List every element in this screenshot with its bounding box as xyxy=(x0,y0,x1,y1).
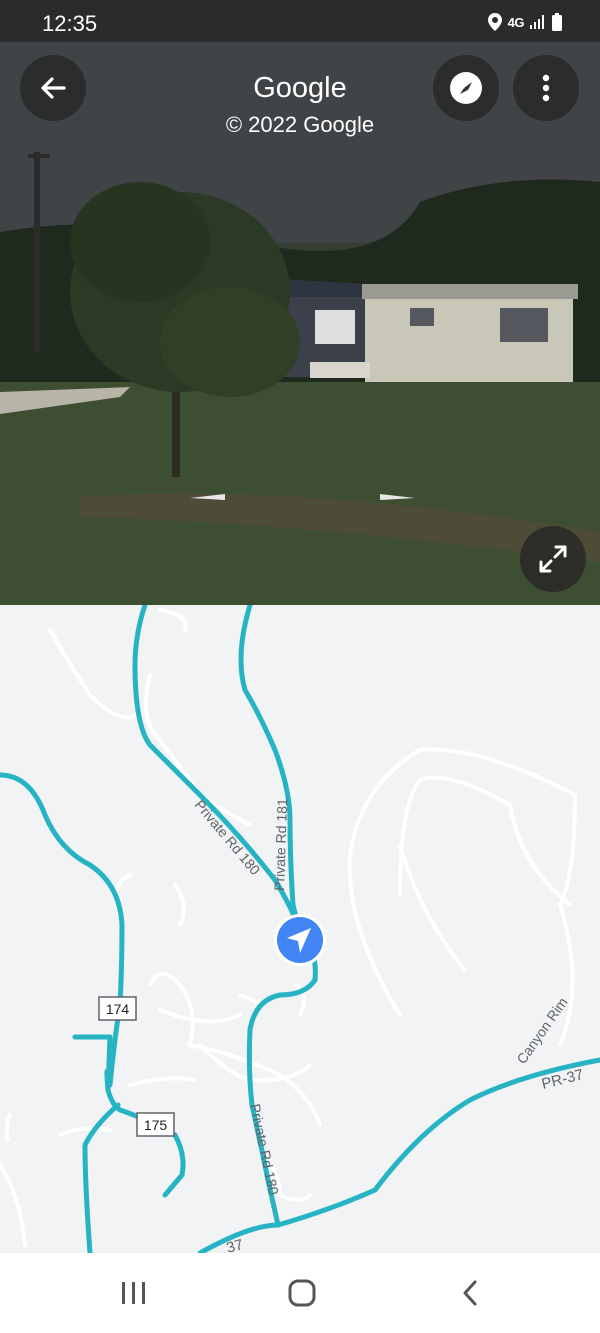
home-icon xyxy=(288,1279,316,1307)
status-icons: 4G xyxy=(487,13,562,31)
location-pin-icon xyxy=(487,13,502,31)
back-icon xyxy=(463,1280,477,1306)
compass-button[interactable] xyxy=(433,55,499,121)
street-view-title: Google xyxy=(253,72,347,104)
status-time: 12:35 xyxy=(42,11,98,36)
shield-174-text: 174 xyxy=(106,1001,130,1017)
expand-button[interactable] xyxy=(520,526,586,592)
more-vertical-icon xyxy=(542,74,550,102)
map-canvas: Private Rd 181 Private Rd 180 Private Rd… xyxy=(0,605,600,1253)
network-type: 4G xyxy=(507,14,525,30)
label-private-rd-180-upper: Private Rd 180 xyxy=(192,797,264,878)
street-view-panorama[interactable]: Google © 2022 Google xyxy=(0,42,600,605)
more-options-button[interactable] xyxy=(513,55,579,121)
status-bar: 12:35 4G xyxy=(0,0,600,42)
signal-icon xyxy=(530,15,544,29)
label-pr-37-left: 37 xyxy=(225,1236,246,1253)
shield-175-text: 175 xyxy=(144,1117,168,1133)
label-private-rd-180-lower: Private Rd 180 xyxy=(247,1102,282,1196)
android-nav-bar xyxy=(0,1253,600,1333)
home-button[interactable] xyxy=(272,1273,332,1313)
location-marker[interactable] xyxy=(274,914,326,966)
recent-apps-icon xyxy=(122,1282,145,1304)
shield-174: 174 xyxy=(98,996,137,1021)
recent-apps-button[interactable] xyxy=(104,1273,164,1313)
compass-icon xyxy=(450,72,482,104)
shield-175: 175 xyxy=(136,1112,175,1137)
street-view-copyright: © 2022 Google xyxy=(225,112,375,137)
battery-icon xyxy=(552,13,562,31)
expand-icon xyxy=(539,545,567,573)
map-view[interactable]: Private Rd 181 Private Rd 180 Private Rd… xyxy=(0,605,600,1253)
back-nav-button[interactable] xyxy=(440,1273,500,1313)
label-private-rd-181: Private Rd 181 xyxy=(271,798,290,891)
label-canyon-rim: Canyon Rim xyxy=(513,994,570,1066)
